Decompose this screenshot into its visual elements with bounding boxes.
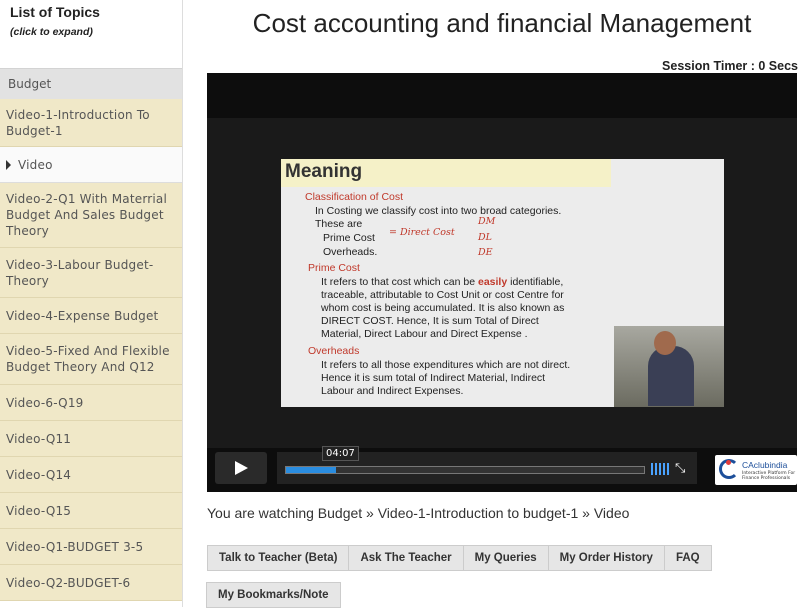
progress-area: 04:07 ⤡: [277, 446, 697, 484]
handwritten-note: = Direct Cost: [389, 227, 455, 238]
presenter-head: [654, 331, 676, 355]
logo-name: CAclubindia: [742, 460, 788, 470]
logo-dot: [726, 460, 731, 465]
presenter-body: [648, 346, 694, 406]
sidebar-header: List of Topics (click to expand): [0, 0, 182, 68]
slide-line: Labour and Indirect Expenses.: [321, 385, 464, 397]
slide-text: It refers to that cost which can be: [321, 276, 478, 288]
sidebar-title: List of Topics: [10, 4, 100, 20]
topics-sidebar: List of Topics (click to expand) Budget …: [0, 0, 183, 607]
session-timer: Session Timer : 0 Secs: [662, 59, 798, 73]
action-tabs: Talk to Teacher (Beta) Ask The Teacher M…: [207, 545, 712, 571]
topic-item[interactable]: Video-4-Expense Budget: [0, 298, 182, 334]
topic-item[interactable]: Video-6-Q19: [0, 385, 182, 421]
slide-line: DIRECT COST. Hence, It is sum Total of D…: [321, 315, 539, 327]
slide-line: These are: [315, 218, 363, 230]
logo-tagline: Interactive Platform For Finance Profess…: [742, 471, 796, 481]
action-tabs-row2: My Bookmarks/Note: [206, 582, 341, 608]
volume-icon[interactable]: [651, 463, 669, 475]
play-button[interactable]: [215, 452, 267, 484]
caret-right-icon: [6, 159, 11, 170]
slide-line: traceable, attributable to Cost Unit or …: [321, 289, 564, 301]
topic-item[interactable]: Video-3-Labour Budget-Theory: [0, 248, 182, 298]
handwritten-note: DL: [478, 232, 492, 243]
page-title: Cost accounting and financial Management: [252, 8, 752, 38]
player-controls: 04:07 ⤡ CAclubindia Interactive Platform…: [215, 446, 797, 485]
topic-subitem-label: Video: [18, 157, 53, 172]
video-player[interactable]: Meaning Classification of Cost In Costin…: [207, 73, 797, 492]
category-budget[interactable]: Budget: [0, 68, 182, 99]
breadcrumb: You are watching Budget » Video-1-Introd…: [207, 505, 630, 521]
topic-item[interactable]: Video-Q2-BUDGET-6: [0, 565, 182, 601]
presenter-webcam: [614, 326, 724, 407]
fullscreen-icon[interactable]: ⤡: [675, 462, 685, 476]
seek-bar[interactable]: [285, 466, 645, 474]
topic-subitem-video[interactable]: Video: [0, 147, 182, 183]
tab-faq[interactable]: FAQ: [663, 545, 712, 571]
tab-my-bookmarks[interactable]: My Bookmarks/Note: [206, 582, 341, 608]
slide-text: identifiable,: [507, 276, 564, 288]
slide-title: Meaning: [285, 161, 363, 182]
caclubindia-logo: CAclubindia Interactive Platform For Fin…: [715, 455, 797, 485]
tab-ask-the-teacher[interactable]: Ask The Teacher: [348, 545, 464, 571]
slide-line: Classification of Cost: [305, 191, 404, 203]
lecture-slide: Meaning Classification of Cost In Costin…: [281, 159, 724, 407]
sidebar-subtitle[interactable]: (click to expand): [10, 26, 182, 38]
slide-line: It refers to that cost which can be easi…: [321, 276, 563, 289]
topic-item[interactable]: Video-1-Introduction To Budget-1: [0, 99, 182, 147]
topic-item[interactable]: Video-2-Q1 With Materrial Budget And Sal…: [0, 183, 182, 248]
slide-highlight: easily: [478, 276, 508, 288]
topic-item[interactable]: Video-Q11: [0, 421, 182, 457]
topic-item[interactable]: Video-5-Fixed And Flexible Budget Theory…: [0, 334, 182, 385]
handwritten-note: DM: [478, 216, 496, 227]
topic-item[interactable]: Video-Q1-BUDGET 3-5: [0, 529, 182, 565]
topic-item[interactable]: Video-Q15: [0, 493, 182, 529]
slide-line: Prime Cost: [308, 262, 360, 274]
slide-line: In Costing we classify cost into two bro…: [315, 205, 562, 217]
slide-line: Overheads.: [323, 246, 378, 258]
seek-progress: [286, 467, 337, 473]
tab-talk-to-teacher[interactable]: Talk to Teacher (Beta): [207, 545, 350, 571]
slide-line: Hence it is sum total of Indirect Materi…: [321, 372, 546, 384]
slide-line: Overheads: [308, 345, 360, 357]
time-tooltip: 04:07: [322, 446, 359, 461]
slide-line: It refers to all those expenditures whic…: [321, 359, 571, 371]
slide-line: Material, Direct Labour and Direct Expen…: [321, 328, 528, 340]
topic-item[interactable]: Video-Q14: [0, 457, 182, 493]
handwritten-note: DE: [478, 247, 493, 258]
tab-my-queries[interactable]: My Queries: [462, 545, 549, 571]
slide-line: Prime Cost: [323, 232, 375, 244]
tab-my-order-history[interactable]: My Order History: [547, 545, 665, 571]
slide-line: whom cost is being accumulated. It is al…: [321, 302, 565, 314]
